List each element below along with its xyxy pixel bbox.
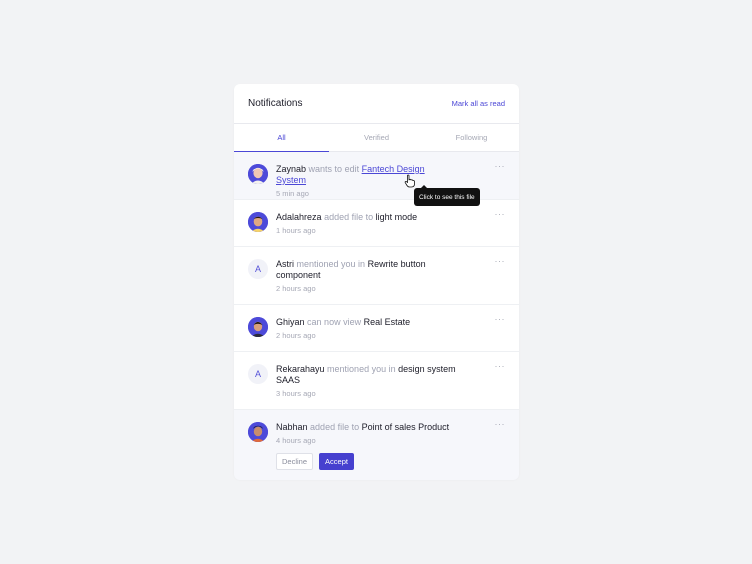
notification-item[interactable]: Ghiyan can now view Real Estate 2 hours … [234, 305, 519, 352]
action-text: added file to [310, 422, 360, 432]
actor-name: Astri [276, 259, 294, 269]
notification-item[interactable]: Nabhan added file to Point of sales Prod… [234, 410, 519, 480]
avatar-initial: A [248, 259, 268, 279]
target-name: Point of sales Product [361, 422, 450, 432]
target-name: Real Estate [363, 317, 411, 327]
actor-name: Zaynab [276, 164, 307, 174]
avatar [248, 164, 268, 184]
more-options-icon[interactable]: ··· [495, 257, 506, 266]
hand-pointer-icon [404, 174, 415, 188]
tab-verified[interactable]: Verified [329, 124, 424, 151]
more-options-icon[interactable]: ··· [495, 162, 506, 171]
more-options-icon[interactable]: ··· [495, 362, 506, 371]
avatar-initial: A [248, 364, 268, 384]
mark-all-read-link[interactable]: Mark all as read [452, 99, 505, 108]
tab-following[interactable]: Following [424, 124, 519, 151]
action-text: added file to [324, 212, 374, 222]
actor-name: Rekarahayu [276, 364, 325, 374]
target-name: light mode [375, 212, 418, 222]
timestamp: 2 hours ago [276, 331, 316, 340]
actor-name: Ghiyan [276, 317, 305, 327]
notification-item[interactable]: A Astri mentioned you in Rewrite button … [234, 247, 519, 305]
more-options-icon[interactable]: ··· [495, 420, 506, 429]
action-text: mentioned you in [296, 259, 366, 269]
panel-header: Notifications Mark all as read [234, 84, 519, 124]
tab-all[interactable]: All [234, 124, 329, 152]
more-options-icon[interactable]: ··· [495, 315, 506, 324]
avatar [248, 422, 268, 442]
timestamp: 3 hours ago [276, 389, 316, 398]
avatar [248, 212, 268, 232]
timestamp: 2 hours ago [276, 284, 316, 293]
notification-item[interactable]: Adalahreza added file to light mode 1 ho… [234, 200, 519, 247]
tooltip: Click to see this file [414, 185, 480, 206]
notifications-panel: Notifications Mark all as read All Verif… [234, 84, 519, 480]
tab-bar: All Verified Following [234, 124, 519, 152]
decline-button[interactable]: Decline [276, 453, 314, 470]
timestamp: 4 hours ago [276, 436, 316, 445]
actor-name: Nabhan [276, 422, 308, 432]
timestamp: 1 hours ago [276, 226, 316, 235]
action-text: can now view [307, 317, 362, 327]
notification-item[interactable]: A Rekarahayu mentioned you in design sys… [234, 352, 519, 410]
action-text: mentioned you in [327, 364, 396, 374]
action-text: wants to edit [308, 164, 360, 174]
panel-title: Notifications [248, 98, 303, 109]
actor-name: Adalahreza [276, 212, 322, 222]
avatar [248, 317, 268, 337]
accept-button[interactable]: Accept [319, 453, 354, 470]
request-actions: Decline Accept [276, 453, 505, 470]
more-options-icon[interactable]: ··· [495, 210, 506, 219]
